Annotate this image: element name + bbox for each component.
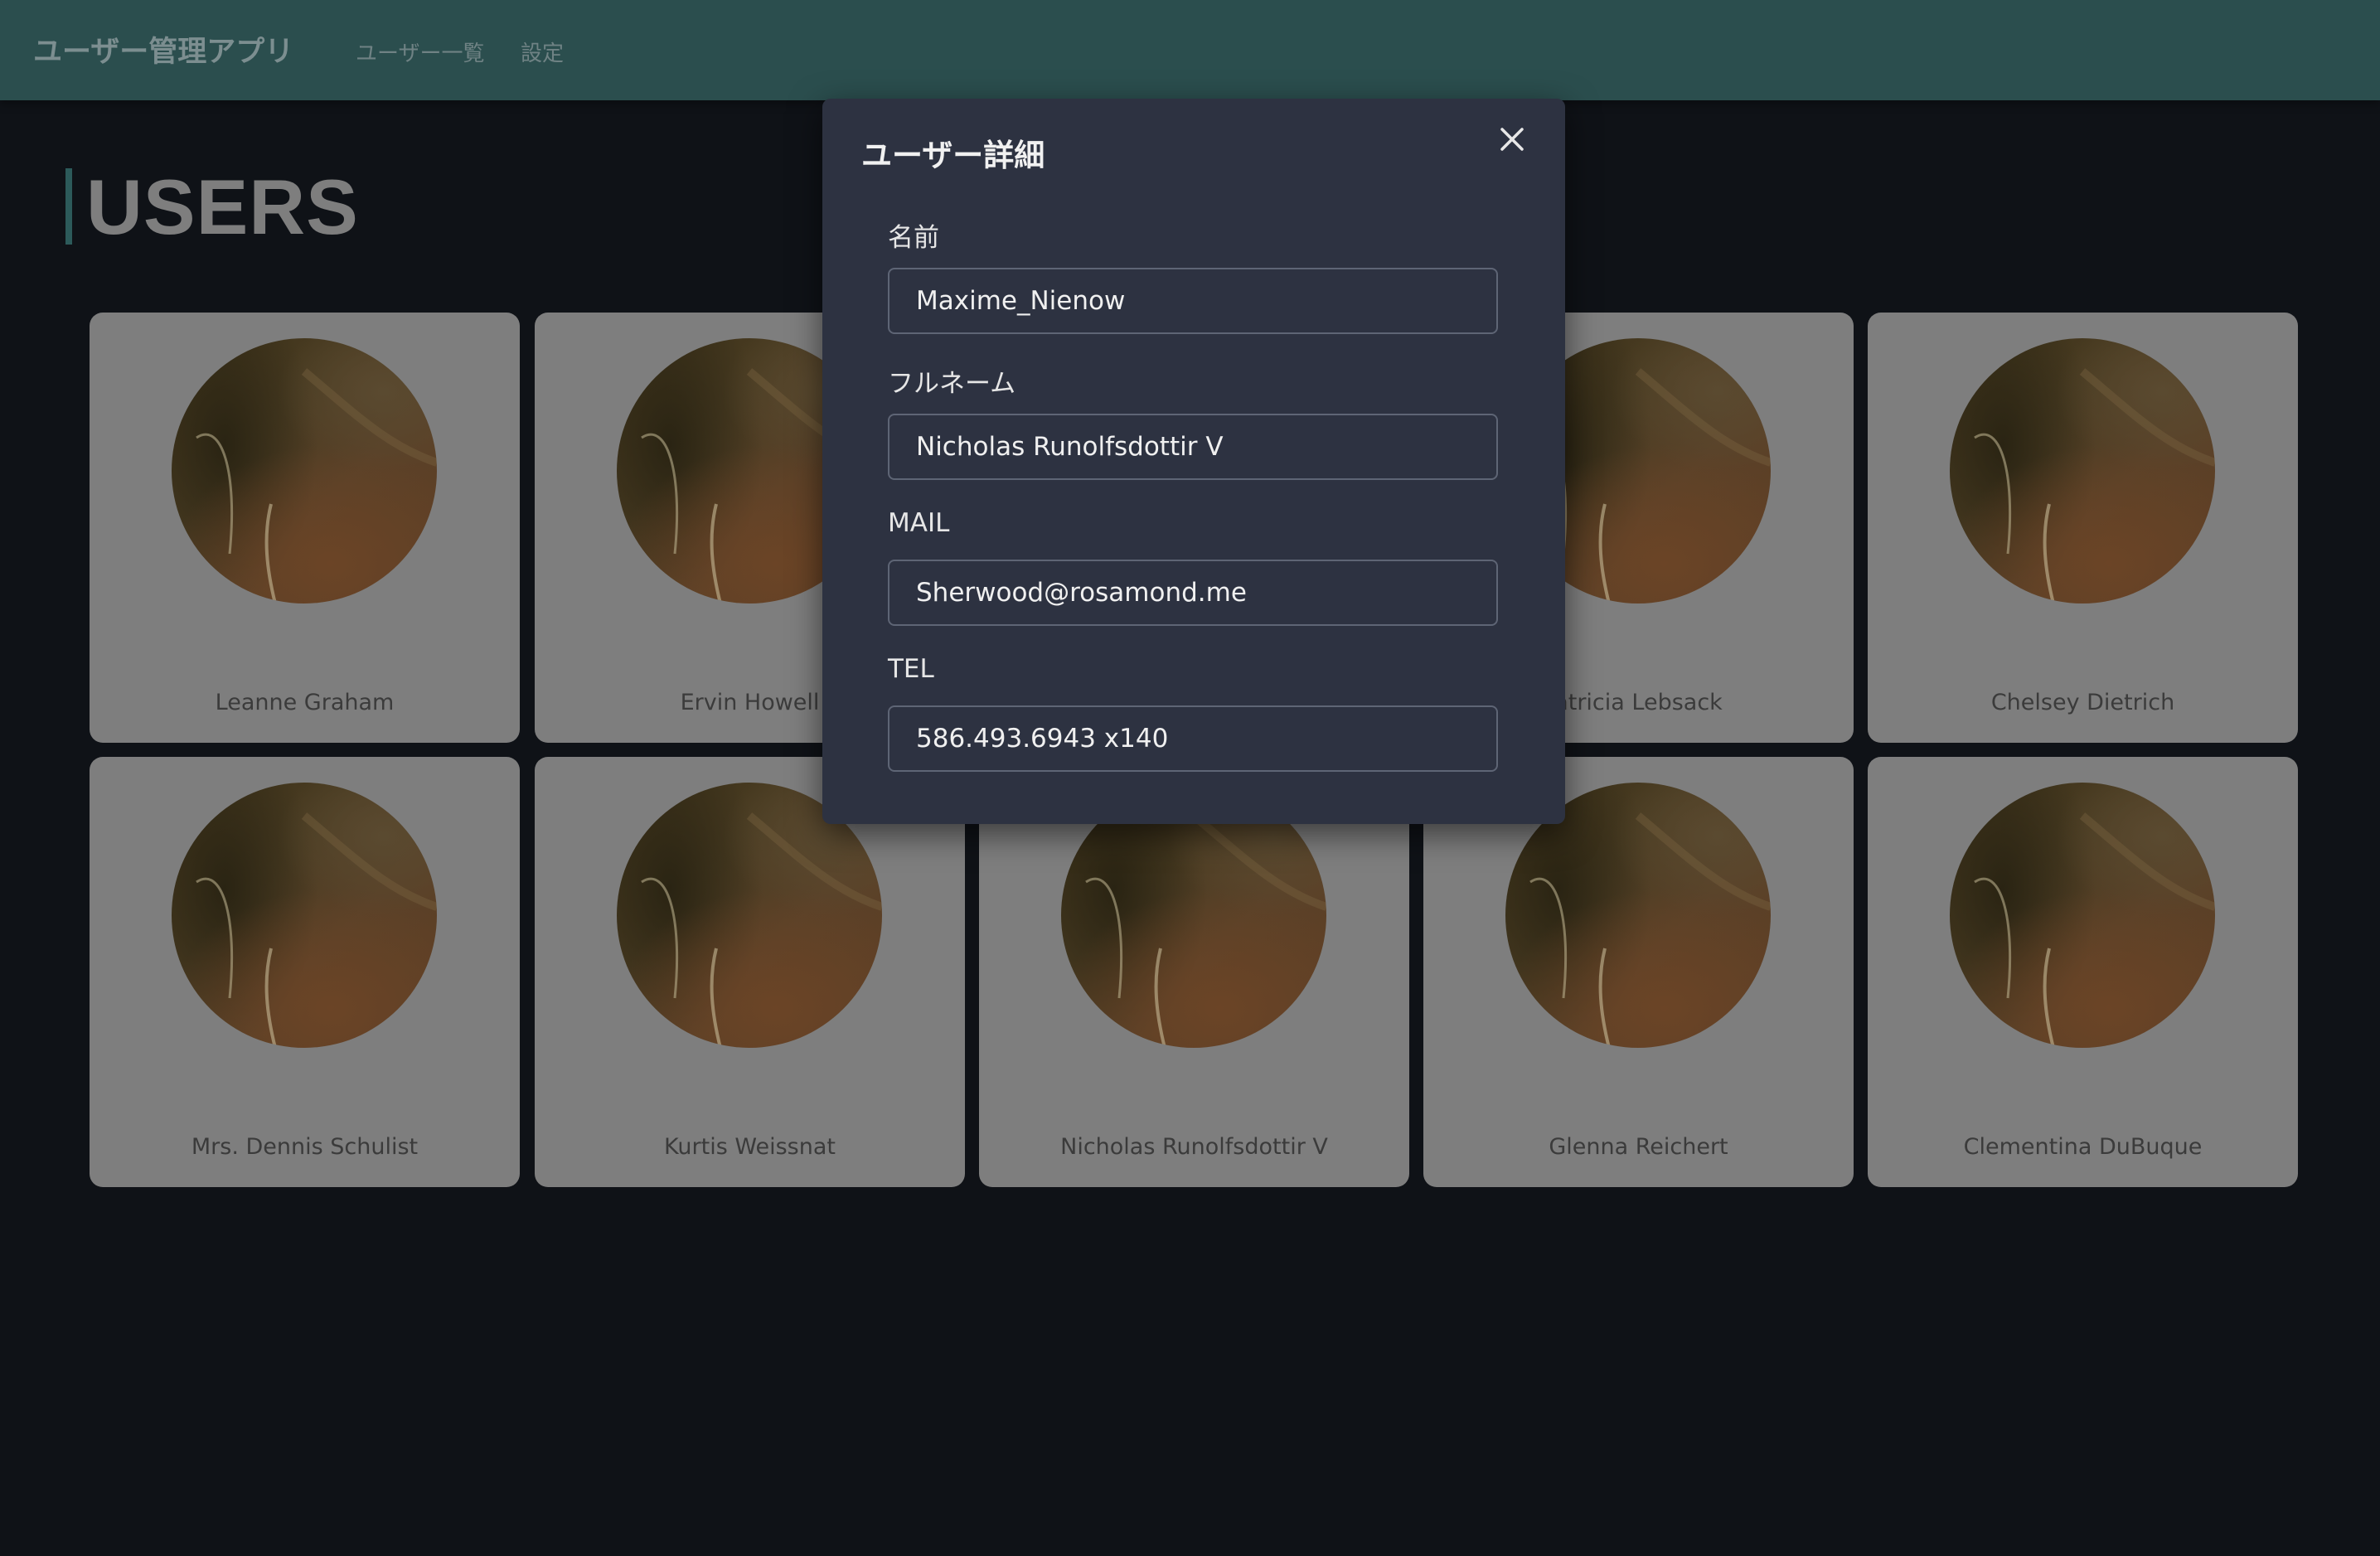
user-name: Glenna Reichert — [1549, 1134, 1728, 1160]
tel-label: TEL — [888, 654, 934, 684]
page-title-accent-bar — [65, 168, 72, 245]
user-name: Clementina DuBuque — [1963, 1134, 2203, 1160]
user-name: Chelsey Dietrich — [1990, 690, 2175, 715]
modal-title: ユーザー詳細 — [861, 138, 1045, 173]
user-card[interactable]: Clementina DuBuque — [1868, 757, 2298, 1187]
fullname-field[interactable] — [888, 414, 1498, 480]
avatar — [172, 338, 437, 603]
fullname-label: フルネーム — [888, 369, 1016, 399]
tel-field[interactable] — [888, 705, 1498, 772]
username-field[interactable] — [888, 268, 1498, 334]
avatar — [1950, 338, 2215, 603]
user-card[interactable]: Leanne Graham — [90, 313, 520, 743]
page-title: USERS — [86, 163, 359, 250]
user-name: Leanne Graham — [215, 690, 395, 715]
username-label: 名前 — [888, 223, 939, 253]
user-name: Kurtis Weissnat — [664, 1134, 836, 1160]
close-button[interactable] — [1492, 119, 1532, 159]
nav-link-user-list[interactable]: ユーザー一覧 — [356, 36, 484, 67]
mail-field[interactable] — [888, 560, 1498, 626]
user-card[interactable]: Chelsey Dietrich — [1868, 313, 2298, 743]
user-name: Nicholas Runolfsdottir V — [1060, 1134, 1328, 1160]
user-detail-modal: ユーザー詳細 名前 フルネーム MAIL TEL — [822, 99, 1565, 824]
close-icon — [1500, 128, 1524, 151]
mail-label: MAIL — [888, 508, 950, 538]
user-card[interactable]: Mrs. Dennis Schulist — [90, 757, 520, 1187]
app-header: ユーザー管理アプリ ユーザー一覧 設定 — [0, 0, 2380, 100]
avatar — [172, 783, 437, 1048]
nav-link-settings[interactable]: 設定 — [521, 36, 564, 67]
user-name: Mrs. Dennis Schulist — [191, 1134, 419, 1160]
app-title[interactable]: ユーザー管理アプリ — [33, 28, 293, 70]
avatar — [1950, 783, 2215, 1048]
